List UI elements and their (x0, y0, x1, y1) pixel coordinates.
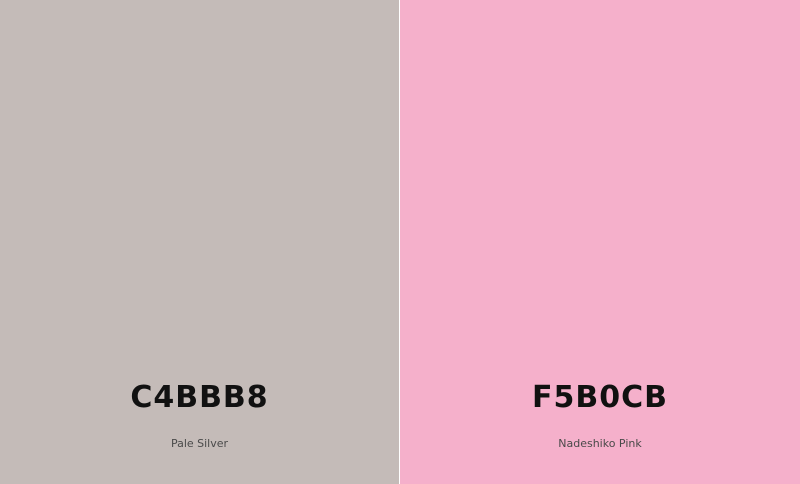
swatch-pale-silver: C4BBB8 Pale Silver (0, 0, 399, 484)
swatch-nadeshiko-pink: F5B0CB Nadeshiko Pink (400, 0, 800, 484)
hex-code: C4BBB8 (130, 380, 269, 415)
hex-code: F5B0CB (532, 380, 668, 415)
color-name: Pale Silver (170, 437, 229, 450)
color-name: Nadeshiko Pink (558, 437, 642, 450)
color-palette: C4BBB8 Pale Silver F5B0CB Nadeshiko Pink (0, 0, 800, 484)
